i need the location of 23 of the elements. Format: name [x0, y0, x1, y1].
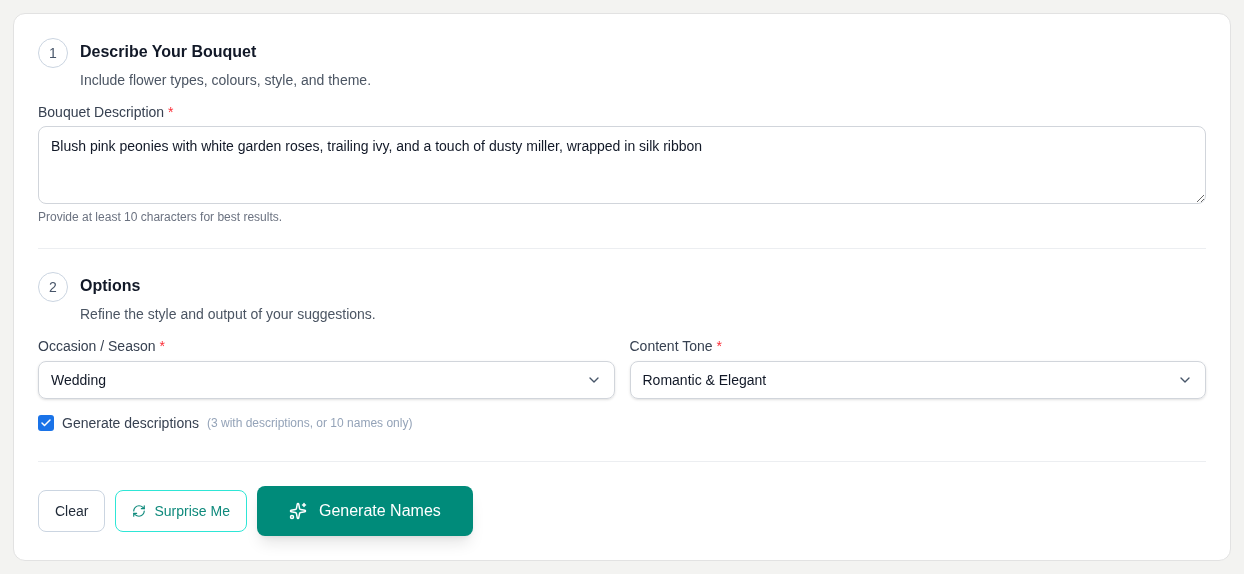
- section-subtitle: Include flower types, colours, style, and theme.: [80, 71, 372, 90]
- required-mark: *: [168, 103, 174, 122]
- check-icon: [40, 417, 52, 429]
- refresh-icon: [132, 504, 147, 518]
- checkbox[interactable]: [38, 415, 54, 431]
- description-field[interactable]: Blush pink peonies with white garden roses, trailing ivy, and a touch of dusty miller, wrapped in silk ribbon: [38, 126, 1206, 204]
- action-button[interactable]: Clear: [38, 490, 106, 532]
- required-mark: *: [716, 337, 722, 356]
- required-mark: *: [159, 337, 165, 356]
- select-field[interactable]: Romantic & Elegant: [629, 361, 1206, 399]
- section-subtitle: Refine the style and output of your suggestions.: [80, 305, 376, 324]
- sparkle-icon: [288, 502, 307, 520]
- field-label: Content Tone: [629, 337, 713, 356]
- section-title: Options: [80, 276, 142, 296]
- checkbox-label: Generate descriptions: [62, 414, 199, 433]
- field-label: Bouquet Description: [38, 103, 165, 122]
- select-field[interactable]: Wedding: [38, 361, 615, 399]
- help-text: Provide at least 10 characters for best results.: [38, 209, 284, 225]
- action-button[interactable]: Surprise Me: [115, 490, 247, 532]
- section-title: Describe Your Bouquet: [80, 42, 258, 62]
- checkbox-hint: (3 with descriptions, or 10 names only): [206, 415, 413, 431]
- field-label: Occasion / Season: [38, 337, 156, 356]
- action-button[interactable]: Generate Names: [256, 486, 473, 536]
